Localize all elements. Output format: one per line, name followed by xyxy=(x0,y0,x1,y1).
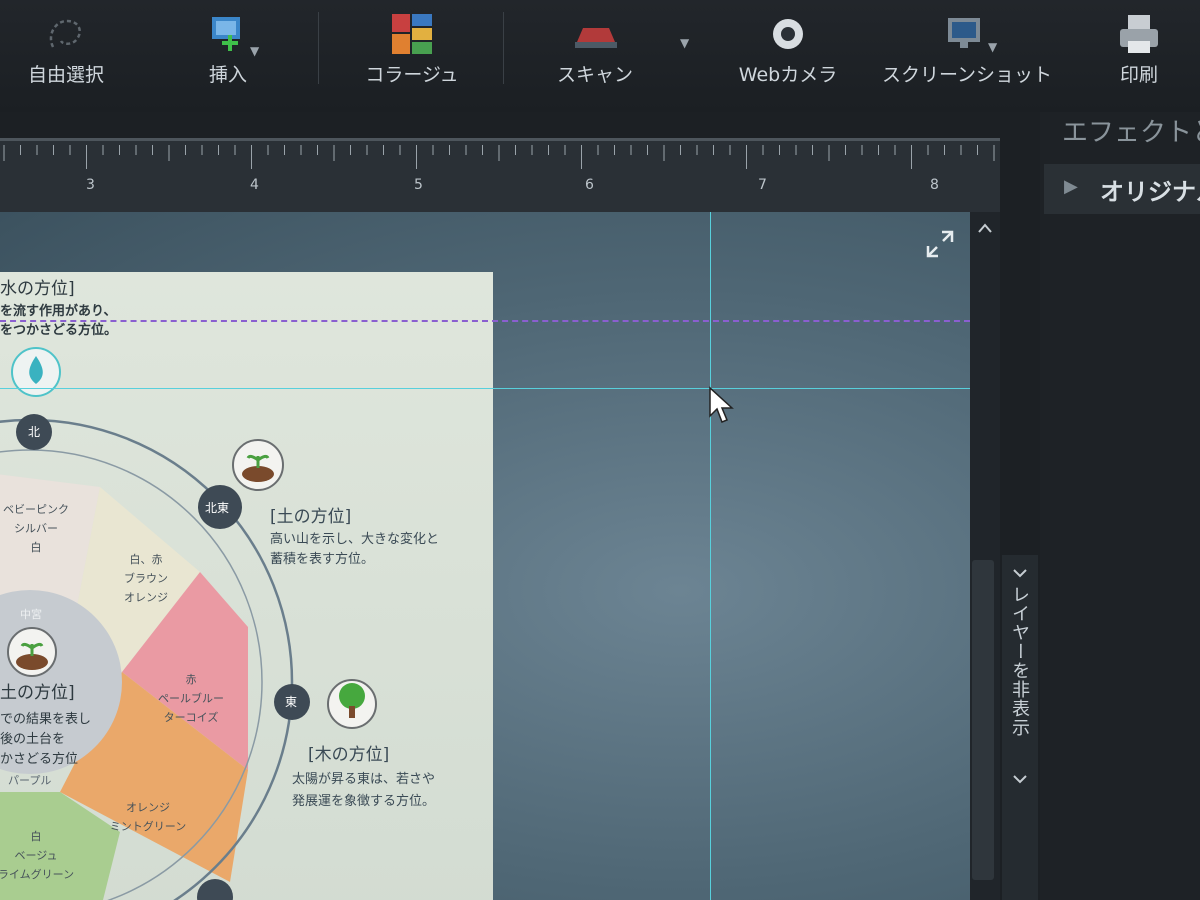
mouse-cursor-icon xyxy=(709,386,734,423)
editing-canvas[interactable]: 水の方位] を流す作用があり、 をつかさどる方位。 [土の方位] 高い山を示し、… xyxy=(0,212,970,900)
center-color-label: パープル xyxy=(8,774,52,787)
scanner-icon xyxy=(575,28,617,48)
effect-item-original[interactable]: ▶ オリジナル xyxy=(1044,164,1200,214)
wedge-color-label: ミントグリーン xyxy=(109,820,187,833)
wedge-color-label: 白、赤 xyxy=(129,553,163,566)
free-select-button[interactable]: 自由選択 xyxy=(14,8,118,87)
document-page[interactable]: 水の方位] を流す作用があり、 をつかさどる方位。 [土の方位] 高い山を示し、… xyxy=(0,272,493,900)
screenshot-button[interactable]: スクリーンショット xyxy=(882,8,1053,87)
expand-icon[interactable] xyxy=(922,226,958,262)
scan-button[interactable]: スキャン xyxy=(540,8,650,87)
center-desc: での結果を表し xyxy=(0,712,92,727)
purple-guide-line[interactable] xyxy=(0,320,970,322)
wedge-color-label: ペールブルー xyxy=(158,692,224,705)
insert-button[interactable]: 挿入 xyxy=(182,8,274,87)
center-desc: 後の土台を xyxy=(0,732,66,747)
wedge-color-label: ターコイズ xyxy=(163,711,219,724)
scrollbar-thumb[interactable] xyxy=(972,560,994,880)
water-desc: を流す作用があり、 xyxy=(0,304,117,319)
wedge-color-label: ベビーピンク xyxy=(3,503,69,516)
screenshot-icon xyxy=(948,18,980,48)
direction-badge-east: 東 xyxy=(285,695,298,709)
earth-ne-heading: [土の方位] xyxy=(270,507,352,527)
print-button[interactable]: 印刷 xyxy=(1098,8,1180,87)
layer-visibility-toggle[interactable]: レイヤーを非表示 xyxy=(1002,555,1038,900)
free-select-label: 自由選択 xyxy=(27,64,104,86)
effects-panel-heading: エフェクトと xyxy=(1062,118,1200,148)
screenshot-dropdown-arrow[interactable]: ▼ xyxy=(988,40,997,54)
scroll-up-icon[interactable] xyxy=(977,222,993,234)
wedge-southeast-colors: オレンジ ミントグリーン xyxy=(100,798,196,836)
insert-label: 挿入 xyxy=(208,64,247,86)
collage-icon xyxy=(392,14,432,54)
wedge-color-label: ブラウン xyxy=(124,572,168,585)
collage-label: コラージュ xyxy=(365,64,459,86)
toolbar-separator xyxy=(318,12,319,84)
wedge-color-label: オレンジ xyxy=(126,801,170,814)
wedge-east-colors: 赤 ペールブルー ターコイズ xyxy=(146,670,236,727)
effect-item-label: オリジナル xyxy=(1100,178,1200,206)
earth-ne-desc: 蓄積を表す方位。 xyxy=(270,552,375,567)
scan-dropdown-arrow[interactable]: ▼ xyxy=(680,36,689,50)
toolbar-separator xyxy=(503,12,504,84)
effects-panel: エフェクトと ▶ オリジナル xyxy=(1040,112,1200,900)
webcam-button[interactable]: Webカメラ xyxy=(728,8,848,87)
wood-desc: 発展運を象徴する方位。 xyxy=(292,794,436,809)
chevron-down-icon xyxy=(1013,775,1027,784)
vertical-scrollbar[interactable] xyxy=(970,212,1000,900)
chevron-right-icon: ▶ xyxy=(1064,176,1078,197)
ruler-number: 4 xyxy=(250,177,259,193)
insert-dropdown-arrow[interactable]: ▼ xyxy=(250,44,259,58)
ruler-ticks xyxy=(3,145,995,169)
wedge-color-label: 白 xyxy=(30,541,42,554)
water-heading: 水の方位] xyxy=(0,279,75,299)
wedge-color-label: シルバー xyxy=(14,522,58,535)
chevron-down-icon xyxy=(1013,569,1027,578)
print-label: 印刷 xyxy=(1119,64,1158,86)
ruler-number: 5 xyxy=(414,177,423,193)
vertical-guide-line[interactable] xyxy=(710,212,711,900)
screenshot-label: スクリーンショット xyxy=(882,64,1053,86)
wood-heading: [木の方位] xyxy=(308,745,390,765)
ruler-number: 8 xyxy=(930,177,939,193)
webcam-label: Webカメラ xyxy=(738,64,838,86)
ruler-number: 7 xyxy=(758,177,767,193)
center-desc: かさどる方位 xyxy=(0,752,79,767)
direction-badge-north: 北 xyxy=(28,425,41,439)
wedge-color-label: 白 xyxy=(30,830,42,843)
center-top-label: 中宮 xyxy=(20,608,42,621)
wood-desc: 太陽が昇る東は、若さや xyxy=(292,772,436,787)
wedge-color-label: ベージュ xyxy=(14,849,58,862)
wedge-color-label: オレンジ xyxy=(124,591,168,604)
wedge-northeast-colors: 白、赤 ブラウン オレンジ xyxy=(106,550,186,607)
lasso-icon xyxy=(49,19,81,48)
horizontal-guide-line[interactable] xyxy=(0,388,970,389)
earth-ne-desc: 高い山を示し、大きな変化と xyxy=(270,532,440,547)
direction-badge-northeast: 北東 xyxy=(205,501,230,515)
wedge-color-label: 赤 xyxy=(185,673,197,686)
wedge-south-colors: 白 ベージュ ライムグリーン xyxy=(0,827,78,884)
horizontal-ruler: 3 4 5 6 7 8 xyxy=(0,138,1000,213)
toolbar: 自由選択 挿入 ▼ コラージュ スキャン ▼ Webカメラ スクリーンショット … xyxy=(0,0,1200,112)
wedge-north-colors: ベビーピンク シルバー 白 xyxy=(0,500,76,557)
webcam-icon xyxy=(773,19,803,49)
ruler-number: 3 xyxy=(86,177,95,193)
insert-icon xyxy=(212,17,240,51)
ruler-number: 6 xyxy=(585,177,594,193)
center-heading: 土の方位] xyxy=(0,683,75,703)
scan-label: スキャン xyxy=(556,64,633,86)
collage-button[interactable]: コラージュ xyxy=(352,8,472,87)
printer-icon xyxy=(1120,15,1158,53)
hide-layers-label: レイヤーを非表示 xyxy=(1009,585,1030,737)
wedge-color-label: ライムグリーン xyxy=(0,868,75,881)
